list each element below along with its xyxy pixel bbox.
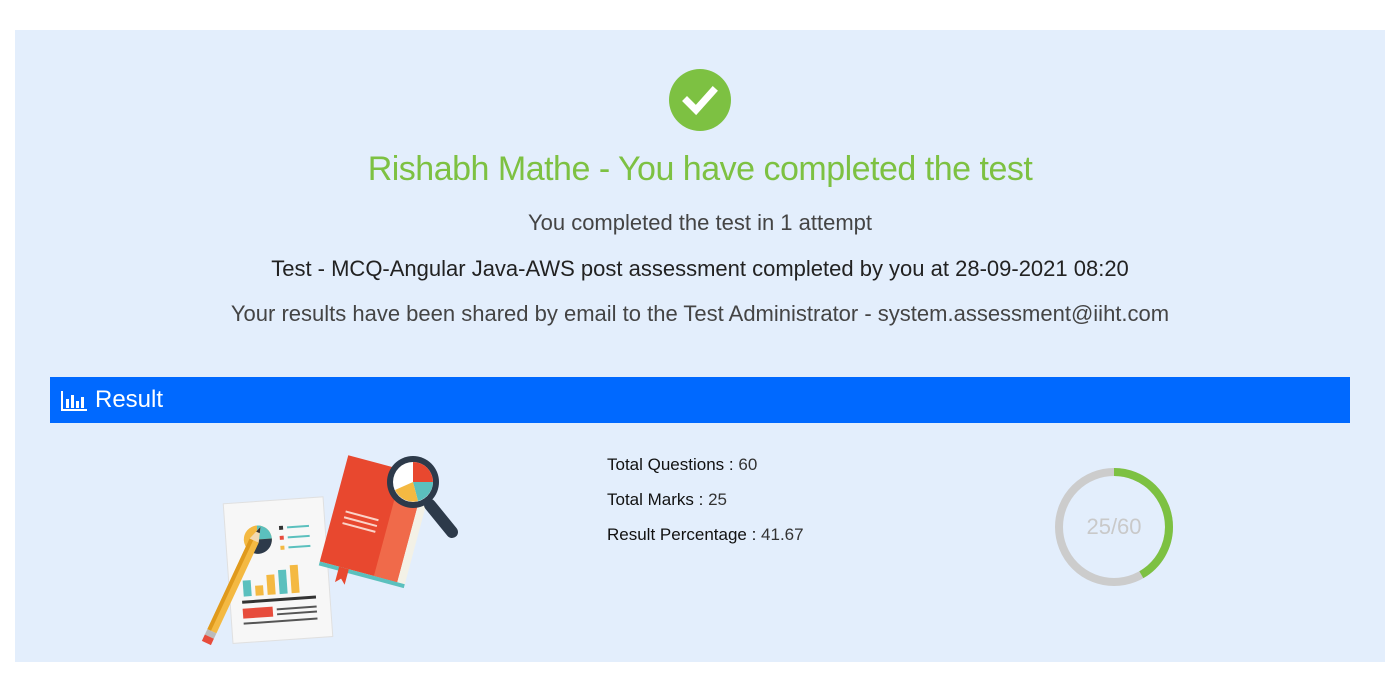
bar-chart-icon — [61, 391, 87, 416]
email-shared-text: Your results have been shared by email t… — [230, 301, 1170, 326]
stat-separator: : — [746, 525, 762, 544]
check-circle-icon — [669, 69, 731, 131]
total-marks-row: Total Marks : 25 — [607, 490, 804, 525]
stat-value: 25 — [708, 490, 728, 509]
result-section-header: Result — [50, 377, 1350, 423]
result-stats: Total Questions : 60 Total Marks : 25 Re… — [607, 455, 804, 560]
stat-label: Total Marks — [607, 490, 694, 509]
result-panel: Rishabh Mathe - You have completed the t… — [15, 30, 1385, 662]
stat-value: 60 — [738, 455, 758, 474]
stat-label: Result Percentage — [607, 525, 747, 544]
attempt-text: You completed the test in 1 attempt — [527, 210, 873, 235]
score-donut: 25/60 — [1053, 466, 1175, 588]
result-percentage-row: Result Percentage : 41.67 — [607, 525, 804, 560]
total-questions-row: Total Questions : 60 — [607, 455, 804, 490]
report-illustration — [190, 450, 470, 655]
completion-title: Rishabh Mathe - You have completed the t… — [367, 150, 1033, 188]
stat-separator: : — [724, 455, 739, 474]
result-heading: Result — [95, 386, 164, 413]
stat-value: 41.67 — [761, 525, 804, 544]
test-completed-text: Test - MCQ-Angular Java-AWS post assessm… — [271, 256, 1129, 281]
stat-label: Total Questions — [607, 455, 725, 474]
stat-separator: : — [693, 490, 709, 509]
score-text: 25/60 — [1086, 514, 1142, 539]
